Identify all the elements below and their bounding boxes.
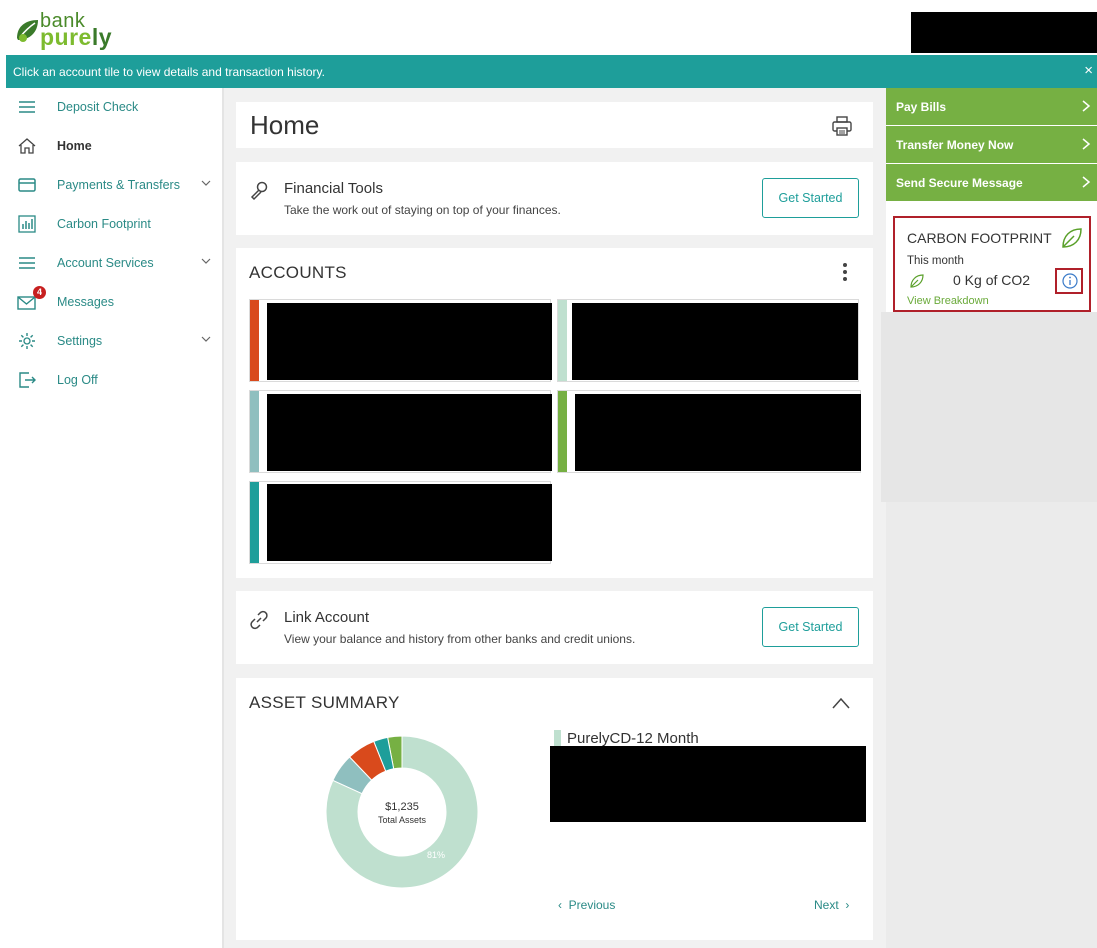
total-assets-value: $1,235 (385, 801, 419, 813)
right-panel: Pay Bills Transfer Money Now Send Secure… (881, 88, 1097, 948)
accounts-title: ACCOUNTS (249, 263, 347, 282)
tile-color-stripe (250, 300, 259, 381)
tile-color-stripe (250, 391, 259, 472)
sidebar-item-payments-transfers[interactable]: Payments & Transfers (0, 166, 222, 204)
sidebar-item-label: Deposit Check (57, 100, 139, 114)
redacted-account-info (575, 394, 861, 471)
home-icon (18, 138, 36, 154)
bank-purely-logo[interactable]: bank purely (14, 10, 124, 50)
sidebar-item-messages[interactable]: 4 Messages (0, 283, 222, 321)
gear-icon (19, 333, 35, 349)
menu-icon (19, 101, 35, 113)
print-icon[interactable] (831, 115, 853, 137)
financial-tools-get-started-button[interactable]: Get Started (762, 178, 859, 218)
info-banner: Click an account tile to view details an… (6, 55, 1097, 88)
sidebar-item-home[interactable]: Home (0, 127, 222, 165)
sidebar-item-settings[interactable]: Settings (0, 322, 222, 360)
more-options-icon[interactable] (842, 261, 848, 283)
info-icon (1062, 273, 1078, 289)
sidebar-item-log-off[interactable]: Log Off (0, 361, 222, 399)
chevron-right-icon (1082, 138, 1091, 150)
menu-icon (19, 257, 35, 269)
sidebar-item-label: Log Off (57, 373, 98, 387)
carbon-period-label: This month (907, 255, 964, 267)
chevron-down-icon[interactable] (200, 255, 212, 267)
account-tile[interactable] (249, 299, 552, 382)
account-tile[interactable] (249, 390, 552, 473)
sidebar-item-label: Payments & Transfers (57, 178, 180, 192)
redacted-account-info (267, 394, 552, 471)
banner-text: Click an account tile to view details an… (13, 65, 325, 79)
link-account-get-started-button[interactable]: Get Started (762, 607, 859, 647)
transfer-money-button[interactable]: Transfer Money Now (886, 126, 1097, 163)
redacted-account-info (572, 303, 858, 380)
account-tile[interactable] (249, 481, 552, 564)
legend-item-label: PurelyCD-12 Month (567, 730, 699, 747)
financial-tools-subtitle: Take the work out of staying on top of y… (284, 203, 561, 217)
logo-leaf-icon (17, 20, 38, 42)
page-title: Home (250, 110, 320, 140)
chevron-right-icon (1082, 176, 1091, 188)
account-tile[interactable] (557, 390, 861, 473)
next-button[interactable]: Next › (814, 898, 849, 912)
asset-summary-card: ASSET SUMMARY $1,235 Total Assets 81% Pu… (236, 678, 873, 940)
chevron-right-icon (1082, 100, 1091, 112)
card-icon (18, 178, 36, 192)
asset-donut-chart: $1,235 Total Assets 81% (325, 735, 479, 889)
tile-color-stripe (558, 300, 567, 381)
leaf-icon (910, 274, 924, 288)
previous-button[interactable]: ‹ Previous (558, 898, 615, 912)
pay-bills-button[interactable]: Pay Bills (886, 88, 1097, 125)
info-button[interactable] (1055, 268, 1083, 294)
sidebar: Deposit Check Home Payments & Transfers … (0, 88, 224, 948)
financial-tools-title: Financial Tools (284, 180, 383, 197)
link-account-subtitle: View your balance and history from other… (284, 632, 636, 646)
link-account-card: Link Account View your balance and histo… (236, 591, 873, 664)
carbon-value: 0 Kg of CO2 (953, 272, 1031, 288)
chevron-down-icon[interactable] (200, 333, 212, 345)
leaf-icon (1062, 228, 1082, 248)
asset-summary-title: ASSET SUMMARY (249, 693, 400, 712)
legend-swatch (554, 730, 561, 746)
header: bank purely (0, 0, 1097, 55)
home-header-card: Home (236, 102, 873, 148)
banner-close-icon[interactable]: × (1084, 62, 1093, 79)
account-tile[interactable] (557, 299, 859, 382)
tile-color-stripe (250, 482, 259, 563)
sidebar-item-label: Messages (57, 295, 114, 309)
logo-text-purely: purely (40, 24, 113, 50)
sidebar-item-label: Account Services (57, 256, 154, 270)
view-breakdown-link[interactable]: View Breakdown (907, 295, 989, 307)
tools-wrench-icon (250, 181, 268, 201)
tile-color-stripe (558, 391, 567, 472)
total-assets-label: Total Assets (378, 815, 427, 825)
bar-chart-icon (18, 215, 36, 233)
accounts-card: ACCOUNTS (236, 248, 873, 578)
link-icon (250, 610, 268, 630)
chevron-up-icon[interactable] (831, 696, 851, 710)
sidebar-item-label: Home (57, 139, 92, 153)
messages-count-badge: 4 (33, 286, 46, 299)
redacted-asset-details (550, 746, 866, 822)
send-secure-message-button[interactable]: Send Secure Message (886, 164, 1097, 201)
main-content: Home Financial Tools Take the work out o… (224, 88, 886, 948)
link-account-title: Link Account (284, 609, 370, 626)
redacted-user-area (911, 12, 1097, 53)
sidebar-item-carbon-footprint[interactable]: Carbon Footprint (0, 205, 222, 243)
carbon-footprint-widget: CARBON FOOTPRINT This month 0 Kg of CO2 … (893, 216, 1091, 312)
sidebar-item-label: Carbon Footprint (57, 217, 151, 231)
carbon-footprint-title: CARBON FOOTPRINT (907, 230, 1052, 246)
redacted-account-info (267, 303, 552, 380)
redacted-account-info (267, 484, 552, 561)
chevron-down-icon[interactable] (200, 177, 212, 189)
right-panel-gray-area (881, 312, 1097, 502)
sidebar-item-deposit-check[interactable]: Deposit Check (0, 88, 222, 126)
sidebar-item-label: Settings (57, 334, 103, 348)
slice-percent-label: 81% (427, 850, 445, 860)
logout-icon (19, 372, 36, 388)
right-panel-lower-area (886, 502, 1097, 948)
sidebar-item-account-services[interactable]: Account Services (0, 244, 222, 282)
financial-tools-card: Financial Tools Take the work out of sta… (236, 162, 873, 235)
